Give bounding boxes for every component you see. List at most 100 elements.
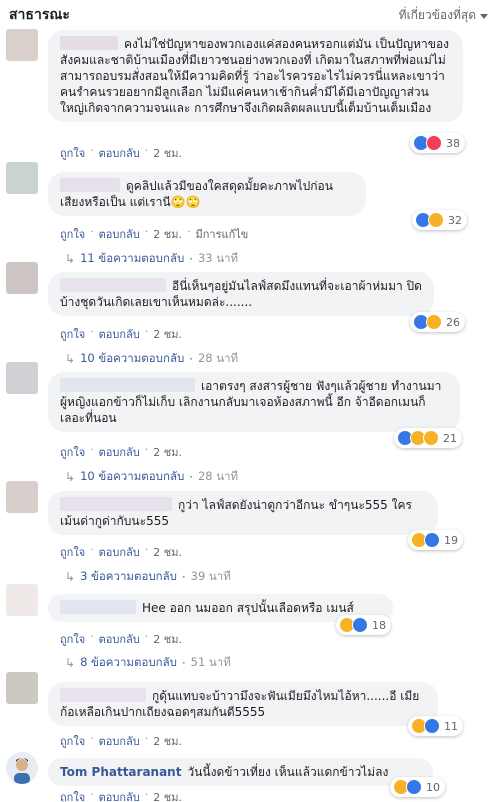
comment-actions: ถูกใจ · ตอบกลับ · 2 ชม. [60,732,182,750]
chevron-down-icon[interactable] [480,13,488,19]
reply-arrow-icon: ↳ [65,352,76,366]
commenter-name[interactable] [60,178,120,192]
replies-count[interactable]: 3 ข้อความตอบกลับ [80,568,177,586]
comment-bubble: อีนี่เห็นๆอยู่มันไลฟ์สดมึงแทนที่จะเอาผ้า… [48,272,434,316]
reaction-summary[interactable]: 26 [410,312,465,332]
reaction-summary[interactable]: 21 [394,428,462,448]
comment-actions: ถูกใจ · ตอบกลับ · 2 ชม. [60,788,182,802]
view-replies-link[interactable]: ↳ 10 ข้อความตอบกลับ · 28 นาที [65,350,238,368]
comment-text: คงไม่ใช่ปัญหาของพวกเองแค่สองคนหรอกแต่มัน… [60,37,450,115]
comment-timestamp[interactable]: 2 ชม. [153,630,182,648]
reply-button[interactable]: ตอบกลับ [99,144,140,162]
comment-text: วันนี้งดข้าวเที่ยง เห็นแล้วแดกข้าวไม่ลง [187,765,389,779]
view-replies-link[interactable]: ↳ 3 ข้อความตอบกลับ · 39 นาที [65,568,231,586]
reaction-count: 38 [446,136,460,150]
like-button[interactable]: ถูกใจ [60,144,85,162]
comment-bubble: Tom Phattaranant วันนี้งดข้าวเที่ยง เห็นแ… [48,758,433,786]
commenter-name[interactable] [60,688,146,702]
reply-button[interactable]: ตอบกลับ [99,443,140,461]
replies-time: 39 นาที [190,569,231,583]
reaction-count: 19 [444,533,458,547]
like-button[interactable]: ถูกใจ [60,788,85,802]
angry-reaction-icon [428,212,444,228]
love-reaction-icon [426,135,442,151]
replies-time: 33 นาที [197,251,239,265]
like-reaction-icon [424,532,440,548]
reaction-count: 21 [443,431,457,445]
replies-time: 51 นาที [190,655,231,669]
like-button[interactable]: ถูกใจ [60,732,85,750]
reaction-summary[interactable]: 19 [408,530,463,550]
reply-button[interactable]: ตอบกลับ [99,325,140,343]
avatar[interactable] [6,262,38,294]
comment-timestamp[interactable]: 2 ชม. [153,443,182,461]
like-reaction-icon [424,718,440,734]
avatar[interactable] [6,672,38,704]
comment-actions: ถูกใจ · ตอบกลับ · 2 ชม. [60,144,182,162]
reply-arrow-icon: ↳ [65,570,76,584]
haha-reaction-icon [426,314,442,330]
reply-arrow-icon: ↳ [65,470,76,484]
comment-timestamp[interactable]: 2 ชม. [153,325,182,343]
privacy-label: สาธารณะ [9,7,70,23]
reply-arrow-icon: ↳ [65,252,76,266]
commenter-name[interactable]: Tom Phattaranant [60,764,181,780]
like-button[interactable]: ถูกใจ [60,225,85,243]
replies-count[interactable]: 8 ข้อความตอบกลับ [80,654,177,672]
reaction-summary[interactable]: 10 [390,777,445,797]
profile-photo-icon [14,758,30,784]
comment-timestamp[interactable]: 2 ชม. [153,788,182,802]
sort-label[interactable]: ที่เกี่ยวข้องที่สุด [399,6,476,25]
reply-button[interactable]: ตอบกลับ [99,630,140,648]
edited-label[interactable]: มีการแก้ไข [195,225,248,243]
commenter-name[interactable] [60,497,172,511]
like-reaction-icon [352,617,368,633]
comment-bubble: กูดุ้นแทบจะบ้าวามึงจะฟันเมียมึงไหมไอ้หา.… [48,682,438,726]
replies-count[interactable]: 10 ข้อความตอบกลับ [80,350,184,368]
comment-bubble: เอาตรงๆ สงสารผู้ชาย ฟังๆแล้วผู้ชาย ทำงาน… [48,372,460,432]
reply-button[interactable]: ตอบกลับ [99,788,140,802]
like-button[interactable]: ถูกใจ [60,630,85,648]
like-button[interactable]: ถูกใจ [60,543,85,561]
reaction-count: 26 [446,315,460,329]
view-replies-link[interactable]: ↳ 10 ข้อความตอบกลับ · 28 นาที [65,468,238,486]
reply-button[interactable]: ตอบกลับ [99,543,140,561]
avatar[interactable] [6,162,38,194]
reaction-summary[interactable]: 18 [336,615,391,635]
comment-timestamp[interactable]: 2 ชม. [153,732,182,750]
comment-actions: ถูกใจ · ตอบกลับ · 2 ชม. [60,543,182,561]
commenter-name[interactable] [60,378,195,392]
reply-button[interactable]: ตอบกลับ [99,732,140,750]
reaction-summary[interactable]: 11 [408,716,463,736]
comment-bubble: คงไม่ใช่ปัญหาของพวกเองแค่สองคนหรอกแต่มัน… [48,30,463,122]
reaction-count: 11 [444,719,458,733]
commenter-name[interactable] [60,278,166,292]
reaction-count: 32 [448,213,462,227]
view-replies-link[interactable]: ↳ 8 ข้อความตอบกลับ · 51 นาที [65,654,231,672]
avatar[interactable] [6,584,38,616]
commenter-name[interactable] [60,36,118,50]
like-button[interactable]: ถูกใจ [60,443,85,461]
reply-button[interactable]: ตอบกลับ [99,225,140,243]
avatar[interactable] [6,29,38,61]
comment-text: Hee ออก นมออก สรุปนั้นเลือดหรือ เมนส์ [142,601,354,615]
avatar[interactable] [6,481,38,513]
avatar[interactable] [6,362,38,394]
avatar[interactable] [6,752,38,784]
sad-reaction-icon [423,430,439,446]
reaction-count: 10 [426,780,440,794]
replies-time: 28 นาที [197,351,239,365]
like-button[interactable]: ถูกใจ [60,325,85,343]
comment-actions: ถูกใจ · ตอบกลับ · 2 ชม. · มีการแก้ไข [60,225,249,243]
replies-count[interactable]: 11 ข้อความตอบกลับ [80,250,184,268]
replies-count[interactable]: 10 ข้อความตอบกลับ [80,468,184,486]
comment-timestamp[interactable]: 2 ชม. [153,225,182,243]
view-replies-link[interactable]: ↳ 11 ข้อความตอบกลับ · 33 นาที [65,250,238,268]
reaction-summary[interactable]: 38 [410,133,465,153]
comment-timestamp[interactable]: 2 ชม. [153,144,182,162]
comment-bubble: กูว่า ไลฟ์สดยังน่าดูกว่าอีกนะ ขำๆนะ555 ใ… [48,491,438,535]
commenter-name[interactable] [60,600,136,614]
reaction-summary[interactable]: 32 [412,210,467,230]
sort-dropdown[interactable]: ที่เกี่ยวข้องที่สุด [399,6,488,25]
comment-timestamp[interactable]: 2 ชม. [153,543,182,561]
